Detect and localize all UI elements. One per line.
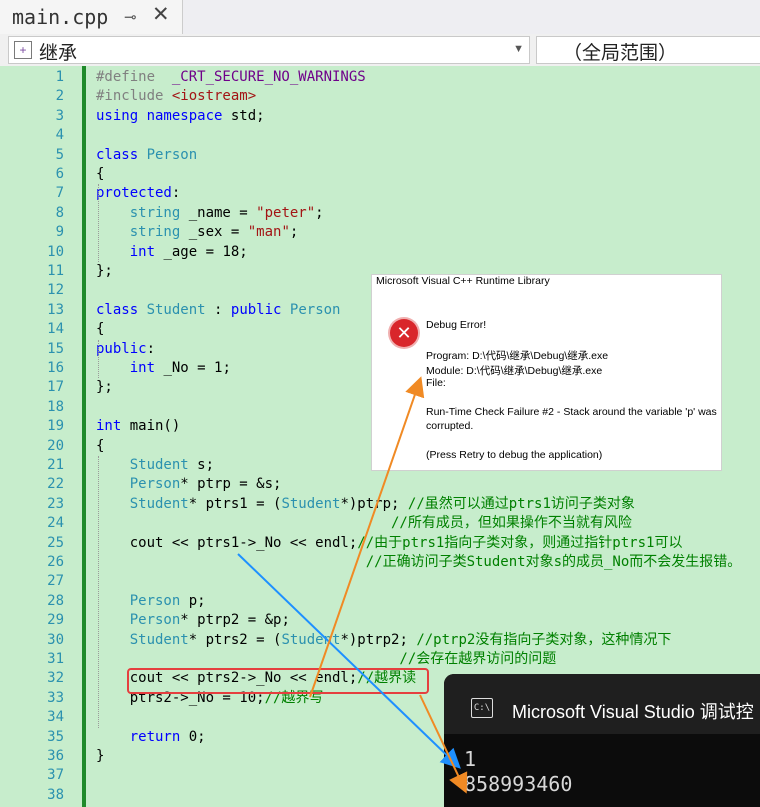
arrow-orange-console [419, 694, 468, 794]
annotation-arrows [237, 376, 468, 794]
arrow-orange-dialog [309, 376, 425, 698]
